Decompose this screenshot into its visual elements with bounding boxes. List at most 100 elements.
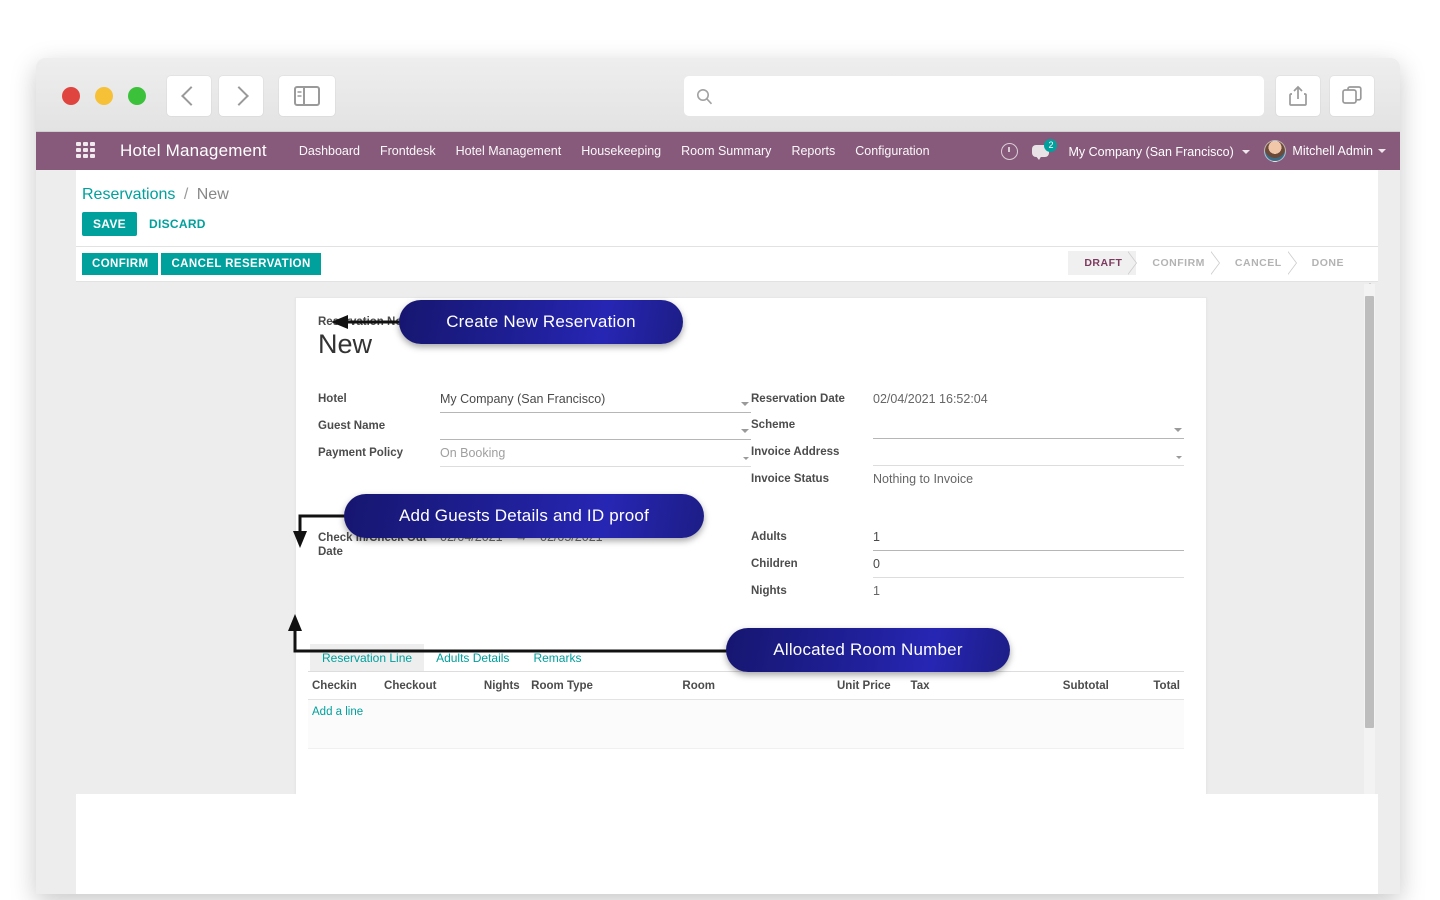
col-subtotal: Subtotal (1058, 673, 1150, 700)
menu-item-room-summary[interactable]: Room Summary (681, 144, 771, 158)
status-step-label: DONE (1311, 257, 1344, 269)
field-label: Invoice Status (751, 472, 829, 485)
field-payment-policy: Payment Policy On Booking (318, 444, 751, 467)
field-adults: Adults 1 (751, 528, 1184, 551)
add-line-row[interactable]: Add a line (308, 699, 1184, 724)
adults-input[interactable]: 1 (873, 528, 1184, 551)
children-input[interactable]: 0 (873, 555, 1184, 578)
tab-label: Adults Details (436, 650, 510, 665)
chevron-down-icon (1378, 149, 1386, 153)
invoice-status-value: Nothing to Invoice (873, 471, 974, 486)
menu-item-hotel-management[interactable]: Hotel Management (456, 144, 562, 158)
browser-right-buttons (1276, 76, 1374, 116)
menu-item-configuration[interactable]: Configuration (855, 144, 929, 158)
tab-remarks[interactable]: Remarks (521, 644, 593, 671)
apps-grid-icon[interactable] (76, 142, 98, 160)
payment-policy-select[interactable]: On Booking (440, 444, 751, 467)
share-button[interactable] (1276, 76, 1320, 116)
adults-value: 1 (873, 529, 880, 544)
tab-adults-details[interactable]: Adults Details (424, 644, 521, 671)
callout-add-guests-details: Add Guests Details and ID proof (344, 494, 704, 538)
status-step-draft[interactable]: DRAFT (1068, 251, 1138, 275)
messages-button[interactable]: 2 (1032, 139, 1058, 160)
tab-label: Reservation Line (322, 650, 413, 665)
sidebar-toggle-button[interactable] (279, 76, 335, 116)
guest-name-input[interactable] (440, 417, 751, 440)
hotel-input[interactable]: My Company (San Francisco) (440, 390, 751, 413)
control-panel: Reservations / New SAVE DISCARD (76, 170, 1378, 247)
browser-titlebar (36, 58, 1400, 132)
chevron-down-icon (741, 401, 749, 406)
vertical-scrollbar[interactable] (1364, 284, 1375, 794)
chevron-down-icon (1242, 150, 1251, 155)
company-switcher[interactable]: My Company (San Francisco) (1068, 144, 1251, 159)
col-checkout: Checkout (380, 673, 480, 700)
field-reservation-date: Reservation Date 02/04/2021 16:52:04 (751, 390, 1184, 412)
app-viewport: Hotel Management Dashboard Frontdesk Hot… (36, 132, 1400, 894)
search-icon (697, 88, 713, 104)
nights-value: 1 (873, 583, 880, 598)
user-menu[interactable]: Mitchell Admin (1264, 140, 1386, 162)
form-group-dates: Check In/Check Out Date 02/04/2021 → 02/… (308, 528, 1184, 608)
close-window-button[interactable] (62, 87, 80, 105)
col-unit-price: Unit Price (833, 673, 907, 700)
col-tax: Tax (906, 673, 1059, 700)
menu-item-dashboard[interactable]: Dashboard (299, 144, 360, 158)
field-label: Payment Policy (318, 446, 404, 459)
add-line-link[interactable]: Add a line (308, 699, 1184, 724)
chevron-down-icon (741, 428, 749, 433)
callout-create-new-reservation: Create New Reservation (399, 300, 683, 344)
back-button[interactable] (167, 76, 211, 116)
confirm-button[interactable]: CONFIRM (82, 253, 159, 275)
sheet-scroll-area: Reservation No New Hotel My Company (San… (76, 282, 1378, 794)
form-group-main: Hotel My Company (San Francisco) Guest N… (308, 390, 1184, 496)
menu-item-housekeeping[interactable]: Housekeeping (581, 144, 661, 158)
menu-item-reports[interactable]: Reports (791, 144, 835, 158)
app-body: Reservations / New SAVE DISCARD CONFIRM (36, 170, 1400, 894)
col-total: Total (1149, 673, 1184, 700)
save-button[interactable]: SAVE (82, 212, 137, 236)
discard-button[interactable]: DISCARD (147, 212, 208, 236)
invoice-address-input[interactable] (873, 443, 1184, 466)
app-brand-title: Hotel Management (120, 141, 267, 160)
field-label: Scheme (751, 418, 796, 431)
status-step-label: CONFIRM (1152, 257, 1205, 269)
status-step-label: DRAFT (1084, 257, 1123, 269)
minimize-window-button[interactable] (95, 87, 113, 105)
tab-overview-icon (1342, 86, 1362, 104)
control-panel-buttons: SAVE DISCARD (76, 210, 1378, 246)
status-step-cancel[interactable]: CANCEL (1219, 251, 1297, 275)
status-step-confirm[interactable]: CONFIRM (1136, 251, 1220, 275)
col-nights: Nights (479, 673, 528, 700)
cancel-reservation-button[interactable]: CANCEL RESERVATION (161, 253, 321, 275)
window-traffic-lights (62, 87, 146, 105)
form-sheet: Reservation No New Hotel My Company (San… (295, 297, 1207, 794)
activities-clock-icon[interactable] (1001, 142, 1019, 160)
field-scheme: Scheme (751, 416, 1184, 439)
col-room-type: Room Type (527, 673, 679, 700)
status-steps: DRAFT CONFIRM CANCEL DONE (1068, 251, 1358, 275)
callout-allocated-room-number: Allocated Room Number (726, 628, 1010, 672)
field-label: Guest Name (318, 419, 386, 432)
breadcrumb-reservations[interactable]: Reservations (82, 186, 175, 203)
tab-overview-button[interactable] (1330, 76, 1374, 116)
chevron-down-icon (1174, 427, 1182, 432)
field-label: Adults (751, 530, 787, 543)
sheet-region: Reservation No New Hotel My Company (San… (76, 282, 1378, 794)
field-label: Nights (751, 584, 787, 597)
navbar-menu-list: Dashboard Frontdesk Hotel Management Hou… (299, 144, 930, 158)
scrollbar-thumb[interactable] (1365, 296, 1374, 728)
maximize-window-button[interactable] (128, 87, 146, 105)
menu-item-frontdesk[interactable]: Frontdesk (380, 144, 436, 158)
status-step-label: CANCEL (1234, 257, 1282, 269)
tab-reservation-line[interactable]: Reservation Line (310, 643, 425, 671)
navbar-right-cluster: 2 My Company (San Francisco) Mitchell Ad… (1001, 132, 1386, 170)
avatar (1264, 140, 1287, 162)
callout-text: Allocated Room Number (773, 640, 963, 659)
address-search-bar[interactable] (684, 76, 1264, 116)
field-label: Hotel (318, 392, 347, 405)
scheme-input[interactable] (873, 416, 1184, 439)
sidebar-toggle-icon (294, 86, 320, 106)
forward-button[interactable] (219, 76, 263, 116)
status-step-done[interactable]: DONE (1296, 251, 1358, 275)
